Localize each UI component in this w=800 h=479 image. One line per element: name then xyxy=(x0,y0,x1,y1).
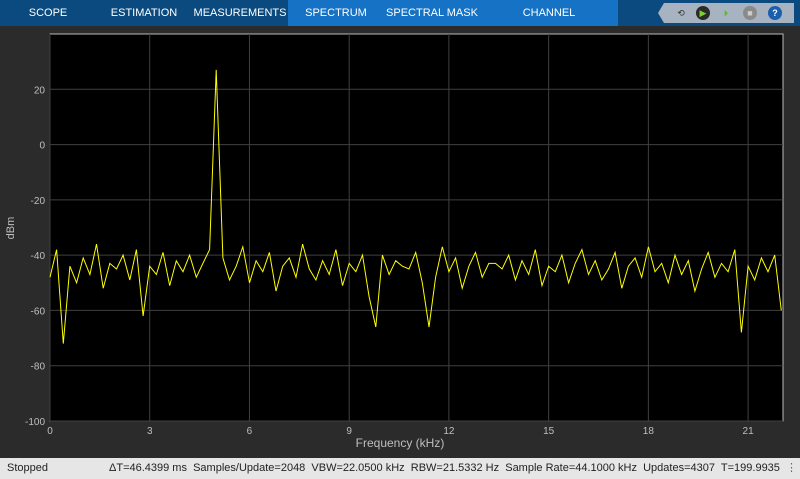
y-tick-label: 0 xyxy=(39,141,45,152)
x-tick-label: 0 xyxy=(47,426,53,437)
plot-area xyxy=(49,33,784,422)
tab-estimation[interactable]: ESTIMATION xyxy=(96,0,192,26)
tab-scope[interactable]: SCOPE xyxy=(0,0,96,26)
x-tick-label: 21 xyxy=(743,426,755,437)
x-tick-label: 6 xyxy=(247,426,253,437)
tab-spectrum[interactable]: SPECTRUM xyxy=(288,0,384,26)
tab-channel-measurements[interactable]: CHANNEL MEASUREMENTS xyxy=(480,0,618,45)
y-tick-label: 20 xyxy=(34,85,46,96)
x-axis-label: Frequency (kHz) xyxy=(356,436,445,450)
stop-icon[interactable]: ■ xyxy=(743,6,757,20)
status-state: Stopped xyxy=(7,462,48,474)
simulation-controls: ⟲ ▶ ⏵ ■ ? xyxy=(658,3,794,23)
y-axis-label: dBm xyxy=(5,217,17,240)
y-tick-label: -60 xyxy=(31,306,46,317)
status-info: ΔT=46.4399 ms Samples/Update=2048 VBW=22… xyxy=(109,462,780,474)
step-forward-icon[interactable]: ⏵ xyxy=(719,6,733,20)
x-tick-label: 3 xyxy=(147,426,153,437)
y-tick-label: -100 xyxy=(25,417,45,428)
spectrum-tab-group: SPECTRUM SPECTRAL MASK CHANNEL MEASUREME… xyxy=(288,0,618,45)
help-icon[interactable]: ? xyxy=(768,6,782,20)
more-options-icon[interactable]: ⋮ xyxy=(786,458,797,479)
y-tick-label: -20 xyxy=(31,196,46,207)
y-tick-label: -40 xyxy=(31,251,46,262)
x-tick-label: 18 xyxy=(643,426,655,437)
x-tick-label: 9 xyxy=(346,426,352,437)
spectrum-plot: 0 3 6 9 12 15 18 21 20 0 -20 -40 -60 -80 -100 Frequenc… xyxy=(5,33,784,450)
y-tick-label: -80 xyxy=(31,362,46,373)
status-bar: Stopped ΔT=46.4399 ms Samples/Update=204… xyxy=(0,458,800,479)
run-icon[interactable]: ▶ xyxy=(696,6,710,20)
tab-measurements[interactable]: MEASUREMENTS xyxy=(192,0,288,26)
highlight-simulink-icon[interactable]: ⟲ xyxy=(674,6,688,20)
x-tick-label: 15 xyxy=(543,426,555,437)
tab-spectral-mask[interactable]: SPECTRAL MASK xyxy=(384,0,480,26)
x-tick-label: 12 xyxy=(443,426,455,437)
